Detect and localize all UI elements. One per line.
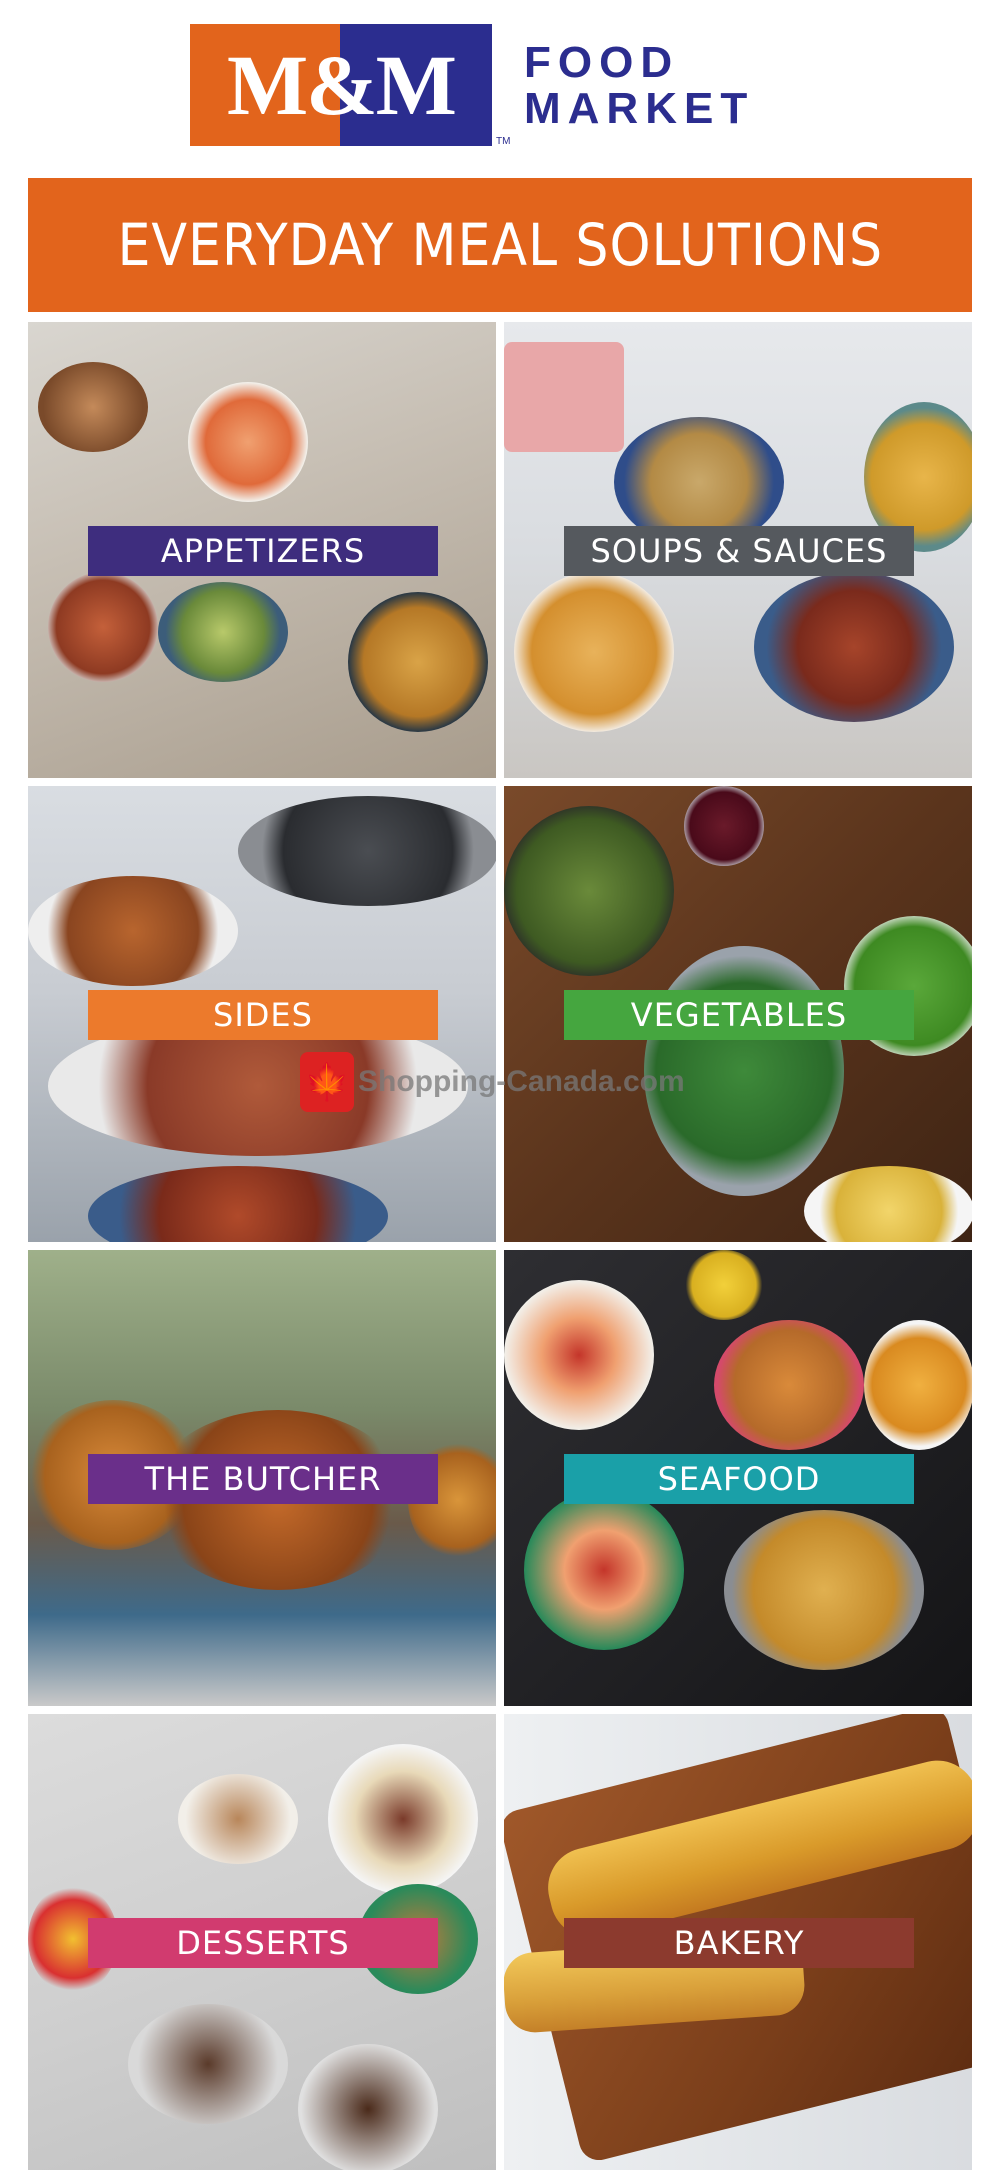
category-tile-seafood[interactable]: SEAFOOD (504, 1250, 972, 1706)
category-tile-bakery[interactable]: BAKERY (504, 1714, 972, 2170)
banner: EVERYDAY MEAL SOLUTIONS (28, 178, 972, 312)
category-tile-desserts[interactable]: DESSERTS (28, 1714, 496, 2170)
category-label-sides: SIDES (88, 990, 438, 1040)
header: M&M TM FOOD MARKET (0, 0, 1000, 170)
banner-title: EVERYDAY MEAL SOLUTIONS (117, 211, 883, 279)
category-label-vegetables: VEGETABLES (564, 990, 914, 1040)
category-label-soups-sauces: SOUPS & SAUCES (564, 526, 914, 576)
category-label-desserts: DESSERTS (88, 1918, 438, 1968)
logo-sub-line2: MARKET (524, 84, 755, 133)
trademark-symbol: TM (496, 136, 511, 147)
category-tile-vegetables[interactable]: VEGETABLES (504, 786, 972, 1242)
logo-sub-line1: FOOD (524, 38, 680, 87)
category-tile-sides[interactable]: SIDES (28, 786, 496, 1242)
category-label-bakery: BAKERY (564, 1918, 914, 1968)
category-tile-the-butcher[interactable]: THE BUTCHER (28, 1250, 496, 1706)
brand-logo[interactable]: M&M (190, 24, 492, 146)
logo-text: M&M (227, 37, 457, 133)
category-grid: APPETIZERS SOUPS & SAUCES SIDES VEGETABL… (28, 322, 972, 2170)
category-label-seafood: SEAFOOD (564, 1454, 914, 1504)
category-tile-appetizers[interactable]: APPETIZERS (28, 322, 496, 778)
category-label-the-butcher: THE BUTCHER (88, 1454, 438, 1504)
category-tile-soups-sauces[interactable]: SOUPS & SAUCES (504, 322, 972, 778)
logo-subtitle: FOOD MARKET (524, 40, 754, 132)
category-label-appetizers: APPETIZERS (88, 526, 438, 576)
